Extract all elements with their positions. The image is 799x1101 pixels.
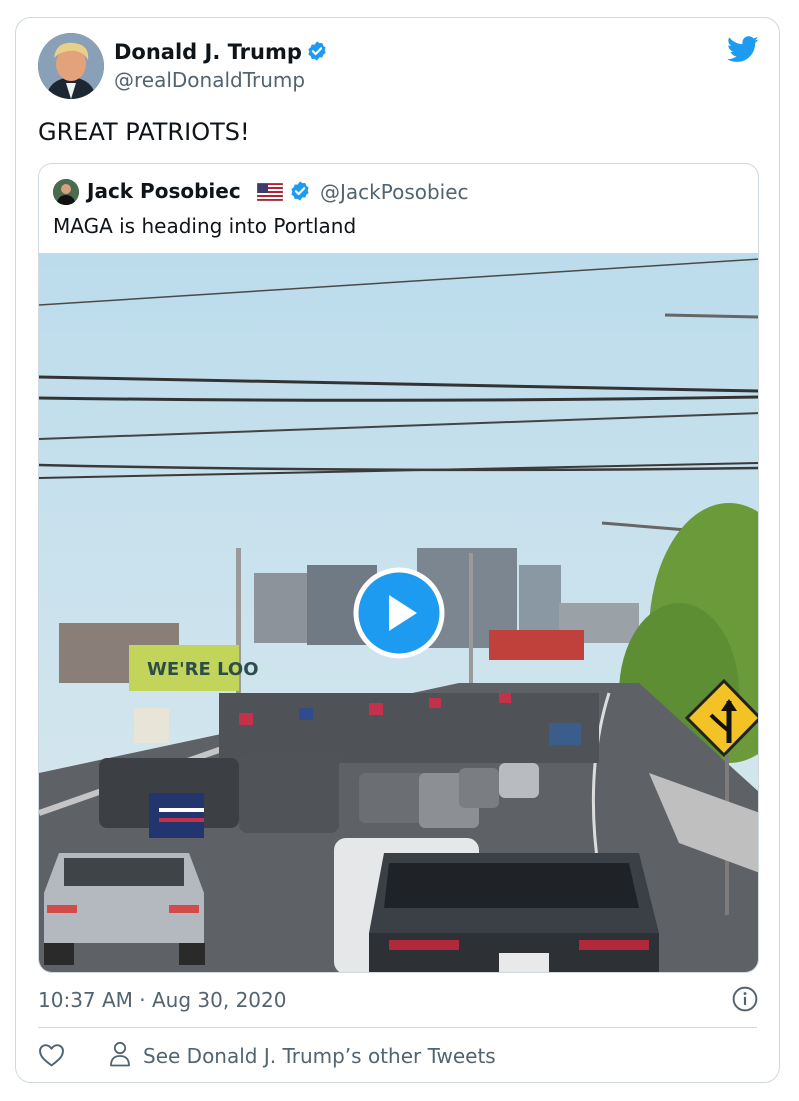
person-icon	[109, 1041, 131, 1071]
author-name-text[interactable]: Donald J. Trump	[114, 40, 302, 64]
heart-icon[interactable]	[38, 1043, 65, 1071]
author-handle[interactable]: @realDonaldTrump	[114, 68, 305, 92]
twitter-bird-icon[interactable]	[727, 36, 759, 67]
author-avatar[interactable]	[38, 33, 104, 99]
us-flag-icon	[256, 182, 284, 205]
verified-badge-icon	[289, 180, 311, 206]
divider	[38, 1027, 757, 1028]
quoted-tweet-text: MAGA is heading into Portland	[53, 214, 357, 238]
video-player[interactable]: WE'RE LOO	[39, 253, 758, 972]
quoted-tweet[interactable]: Jack Posobiec @JackPosobiec MAGA is head…	[38, 163, 759, 973]
quoted-author-avatar[interactable]	[53, 179, 79, 205]
verified-badge-icon	[306, 40, 328, 67]
play-icon[interactable]	[353, 567, 445, 659]
quoted-author-handle[interactable]: @JackPosobiec	[320, 180, 469, 204]
info-icon[interactable]	[732, 986, 758, 1016]
author-name[interactable]: Donald J. Trump	[114, 40, 328, 67]
billboard-text: WE'RE LOO	[147, 659, 259, 680]
quoted-author-name[interactable]: Jack Posobiec	[87, 179, 241, 203]
tweet-card: Donald J. Trump @realDonaldTrump GREAT P…	[15, 17, 780, 1083]
see-other-tweets-label[interactable]: See Donald J. Trump’s other Tweets	[143, 1044, 496, 1068]
tweet-text: GREAT PATRIOTS!	[38, 118, 250, 146]
tweet-timestamp[interactable]: 10:37 AM · Aug 30, 2020	[38, 988, 286, 1012]
see-other-tweets-link[interactable]: See Donald J. Trump’s other Tweets	[109, 1041, 496, 1071]
